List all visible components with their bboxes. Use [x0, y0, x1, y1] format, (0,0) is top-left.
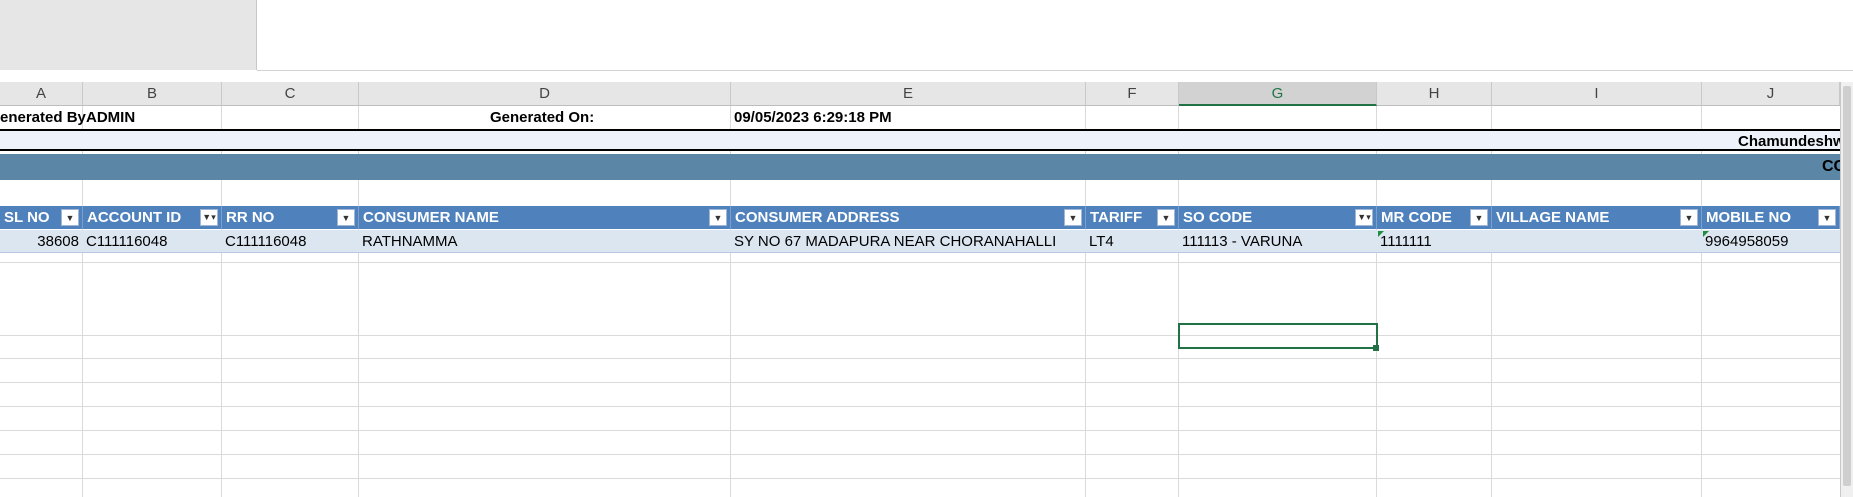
cell-mr-code[interactable]: 1111111 [1380, 230, 1432, 253]
formula-area [257, 0, 1853, 71]
cell-mobile-no[interactable]: 9964958059 [1705, 230, 1788, 253]
generated-on-label[interactable]: Generated On: [490, 106, 594, 129]
header-label: MOBILE NO [1706, 209, 1791, 226]
header-label: SL NO [4, 209, 50, 226]
column-header-c[interactable]: C [222, 82, 359, 106]
column-header-i[interactable]: I [1492, 82, 1702, 106]
column-header-b[interactable]: B [83, 82, 222, 106]
header-consumer-address[interactable]: CONSUMER ADDRESS ▼ [731, 206, 1086, 229]
header-tariff[interactable]: TARIFF ▼ [1086, 206, 1179, 229]
header-mr-code[interactable]: MR CODE ▼ [1377, 206, 1492, 229]
header-consumer-name[interactable]: CONSUMER NAME ▼ [359, 206, 731, 229]
header-label: CONSUMER ADDRESS [735, 209, 900, 226]
filter-dropdown-icon[interactable]: ▼ [1064, 209, 1082, 226]
header-label: MR CODE [1381, 209, 1452, 226]
header-so-code[interactable]: SO CODE ▼▾ [1179, 206, 1377, 229]
gridline [0, 430, 1840, 431]
filter-dropdown-icon[interactable]: ▼ [709, 209, 727, 226]
column-header-e[interactable]: E [731, 82, 1086, 106]
gridline [0, 454, 1840, 455]
scrollbar-thumb[interactable] [1843, 86, 1851, 486]
filter-dropdown-icon[interactable]: ▼ [1818, 209, 1836, 226]
filter-dropdown-icon[interactable]: ▼ [337, 209, 355, 226]
column-header-g[interactable]: G [1179, 82, 1377, 106]
report-title-band[interactable] [0, 154, 1840, 180]
header-village-name[interactable]: VILLAGE NAME ▼ [1492, 206, 1702, 229]
header-rr-no[interactable]: RR NO ▼ [222, 206, 359, 229]
cell-tariff[interactable]: LT4 [1089, 230, 1114, 253]
generated-by-label[interactable]: enerated By [0, 106, 86, 129]
cell-consumer-name[interactable]: RATHNAMMA [362, 230, 458, 253]
cell-sl-no[interactable]: 38608 [0, 230, 79, 253]
filter-dropdown-icon[interactable]: ▼ [1157, 209, 1175, 226]
header-account-id[interactable]: ACCOUNT ID ▼▾ [83, 206, 222, 229]
column-header-h[interactable]: H [1377, 82, 1492, 106]
header-label: SO CODE [1183, 209, 1253, 226]
column-header-f[interactable]: F [1086, 82, 1179, 106]
filter-dropdown-icon[interactable]: ▼ [1470, 209, 1488, 226]
header-label: VILLAGE NAME [1496, 209, 1610, 226]
column-header-a[interactable]: A [0, 82, 83, 106]
active-cell-selection[interactable] [1178, 323, 1378, 349]
column-header-d[interactable]: D [359, 82, 731, 106]
header-label: CONSUMER NAME [363, 209, 499, 226]
filter-active-icon[interactable]: ▼▾ [1355, 209, 1373, 226]
cell-rr-no[interactable]: C111116048 [225, 230, 306, 253]
gridline [0, 478, 1840, 479]
cell-consumer-address[interactable]: SY NO 67 MADAPURA NEAR CHORANAHALLI [734, 230, 1056, 253]
cell-so-code[interactable]: 111113 - VARUNA [1182, 230, 1302, 253]
generated-by-value[interactable]: ADMIN [86, 106, 135, 129]
gridline [0, 262, 1840, 263]
gridline [0, 358, 1840, 359]
column-header-j[interactable]: J [1702, 82, 1840, 106]
company-title-band[interactable] [0, 129, 1840, 151]
report-title-text: CC [1822, 158, 1840, 175]
fill-handle[interactable] [1373, 345, 1379, 351]
header-label: RR NO [226, 209, 275, 226]
company-title-text: Chamundeshw [1738, 133, 1840, 150]
gridline [0, 382, 1840, 383]
generated-on-value[interactable]: 09/05/2023 6:29:18 PM [734, 106, 892, 129]
cell-account-id[interactable]: C111116048 [86, 230, 167, 253]
filter-dropdown-icon[interactable]: ▼ [61, 209, 79, 226]
filter-dropdown-icon[interactable]: ▼ [1680, 209, 1698, 226]
header-mobile-no[interactable]: MOBILE NO ▼ [1702, 206, 1840, 229]
ribbon-gray-area [0, 0, 257, 70]
header-sl-no[interactable]: SL NO ▼ [0, 206, 83, 229]
gridline [0, 406, 1840, 407]
header-label: ACCOUNT ID [87, 209, 182, 226]
filter-active-icon[interactable]: ▼▾ [200, 209, 218, 226]
header-label: TARIFF [1090, 209, 1143, 226]
spreadsheet-grid[interactable]: A B C D E F G H I J enerated By ADMIN Ge… [0, 82, 1840, 497]
gridline [0, 335, 1840, 336]
vertical-scrollbar[interactable] [1840, 82, 1853, 497]
